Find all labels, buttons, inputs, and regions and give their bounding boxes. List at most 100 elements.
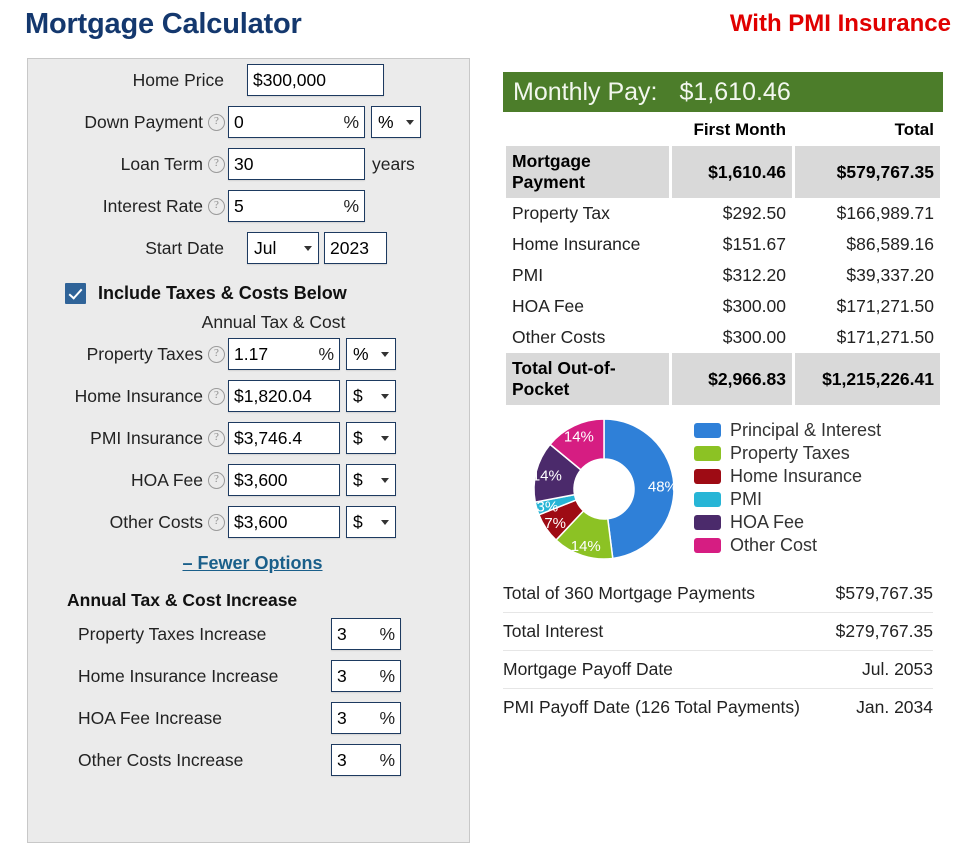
- annual-increase-heading: Annual Tax & Cost Increase: [67, 590, 298, 610]
- other-costs-unit-value: $: [353, 511, 363, 532]
- hoa-fee-increase-input[interactable]: 3 %: [331, 702, 401, 734]
- legend-label: Principal & Interest: [730, 420, 882, 440]
- table-row: Other Costs $300.00 $171,271.50: [506, 322, 940, 353]
- help-icon[interactable]: ?: [208, 471, 225, 489]
- row-label: PMI: [512, 265, 544, 285]
- down-payment-unit-select[interactable]: %: [371, 106, 421, 138]
- other-costs-value: $3,600: [234, 511, 288, 532]
- start-month-value: Jul: [254, 237, 277, 258]
- summary-value: Jul. 2053: [861, 659, 933, 679]
- interest-rate-suffix: %: [343, 195, 359, 216]
- checkbox-icon[interactable]: [65, 283, 86, 304]
- other-costs-increase-input[interactable]: 3 %: [331, 744, 401, 776]
- monthly-pay-value: $1,610.46: [679, 77, 791, 106]
- down-payment-value: 0: [234, 111, 244, 132]
- other-costs-row: Other Costs ? $3,600 $: [28, 501, 469, 543]
- start-year-input[interactable]: 2023: [324, 232, 387, 264]
- help-icon[interactable]: ?: [208, 155, 225, 173]
- include-taxes-checkbox-row[interactable]: Include Taxes & Costs Below: [65, 283, 469, 304]
- property-taxes-suffix: %: [318, 343, 334, 364]
- home-insurance-unit-value: $: [353, 385, 363, 406]
- summary-label: Total Interest: [503, 621, 604, 642]
- property-taxes-unit-select[interactable]: %: [346, 338, 396, 370]
- property-taxes-increase-input[interactable]: 3 %: [331, 618, 401, 650]
- loan-term-row: Loan Term ? 30 years: [28, 143, 469, 185]
- chevron-down-icon: [381, 477, 389, 483]
- legend-item: Home Insurance: [694, 465, 881, 488]
- start-date-label: Start Date: [145, 237, 224, 258]
- chevron-down-icon: [304, 245, 312, 251]
- hoa-fee-label: HOA Fee: [131, 469, 203, 490]
- property-taxes-label: Property Taxes: [86, 343, 203, 364]
- other-costs-increase-row: Other Costs Increase 3 %: [28, 739, 469, 781]
- donut-chart: 48% 14% 7% 3% 14% 14%: [528, 415, 680, 563]
- row-first-month: $312.20: [722, 265, 786, 285]
- legend-label: Property Taxes: [730, 443, 850, 463]
- row-label: Home Insurance: [512, 234, 641, 254]
- fewer-options-link[interactable]: – Fewer Options: [182, 553, 322, 574]
- home-insurance-increase-value: 3: [337, 665, 347, 686]
- chevron-down-icon: [381, 519, 389, 525]
- include-taxes-label: Include Taxes & Costs Below: [98, 283, 347, 303]
- home-price-row: Home Price $300,000: [28, 59, 469, 101]
- results-table: First Month Total Mortgage Payment $1,61…: [503, 116, 943, 405]
- interest-rate-label: Interest Rate: [102, 195, 203, 216]
- row-first-month: $300.00: [722, 327, 786, 347]
- help-icon[interactable]: ?: [208, 345, 225, 363]
- interest-rate-input[interactable]: 5 %: [228, 190, 365, 222]
- down-payment-input[interactable]: 0 %: [228, 106, 365, 138]
- other-costs-increase-label: Other Costs Increase: [78, 749, 244, 770]
- chevron-down-icon: [406, 119, 414, 125]
- home-insurance-increase-row: Home Insurance Increase 3 %: [28, 655, 469, 697]
- start-year-value: 2023: [330, 237, 369, 258]
- row-total: $171,271.50: [836, 327, 934, 347]
- row-label: Other Costs: [512, 327, 606, 347]
- row-total: $579,767.35: [794, 146, 940, 198]
- loan-term-unit-label: years: [372, 153, 415, 174]
- summary-row: Mortgage Payoff Date Jul. 2053: [503, 650, 933, 688]
- help-icon[interactable]: ?: [208, 513, 225, 531]
- home-insurance-unit-select[interactable]: $: [346, 380, 396, 412]
- monthly-pay-bar: Monthly Pay: $1,610.46: [503, 72, 943, 112]
- legend-swatch-other-cost: [694, 538, 721, 553]
- property-taxes-value: 1.17: [234, 343, 269, 364]
- property-taxes-row: Property Taxes ? 1.17 % %: [28, 333, 469, 375]
- help-icon[interactable]: ?: [208, 197, 225, 215]
- hoa-fee-input[interactable]: $3,600: [228, 464, 340, 496]
- legend-swatch-home-insurance: [694, 469, 721, 484]
- home-insurance-input[interactable]: $1,820.04: [228, 380, 340, 412]
- table-row: Property Tax $292.50 $166,989.71: [506, 198, 940, 229]
- pmi-insurance-input[interactable]: $3,746.4: [228, 422, 340, 454]
- help-icon[interactable]: ?: [208, 429, 225, 447]
- start-month-select[interactable]: Jul: [247, 232, 319, 264]
- property-taxes-increase-suffix: %: [379, 623, 395, 644]
- table-row: HOA Fee $300.00 $171,271.50: [506, 291, 940, 322]
- pmi-insurance-unit-select[interactable]: $: [346, 422, 396, 454]
- fewer-options-container: – Fewer Options: [28, 553, 469, 574]
- loan-term-input[interactable]: 30: [228, 148, 365, 180]
- other-costs-unit-select[interactable]: $: [346, 506, 396, 538]
- help-icon[interactable]: ?: [208, 113, 225, 131]
- loan-term-label: Loan Term: [120, 153, 203, 174]
- down-payment-row: Down Payment ? 0 % %: [28, 101, 469, 143]
- home-price-input[interactable]: $300,000: [247, 64, 384, 96]
- page-title: Mortgage Calculator: [25, 8, 302, 40]
- help-icon[interactable]: ?: [208, 387, 225, 405]
- property-taxes-input[interactable]: 1.17 %: [228, 338, 340, 370]
- summary-row: Total of 360 Mortgage Payments $579,767.…: [503, 575, 933, 612]
- hoa-fee-unit-select[interactable]: $: [346, 464, 396, 496]
- home-insurance-value: $1,820.04: [234, 385, 312, 406]
- other-costs-input[interactable]: $3,600: [228, 506, 340, 538]
- table-row: Mortgage Payment $1,610.46 $579,767.35: [506, 146, 940, 198]
- hoa-fee-increase-suffix: %: [379, 707, 395, 728]
- hoa-fee-row: HOA Fee ? $3,600 $: [28, 459, 469, 501]
- chevron-down-icon: [381, 351, 389, 357]
- legend-swatch-hoa-fee: [694, 515, 721, 530]
- hoa-fee-value: $3,600: [234, 469, 288, 490]
- home-insurance-label: Home Insurance: [74, 385, 203, 406]
- property-taxes-increase-value: 3: [337, 623, 347, 644]
- pmi-insurance-label: PMI Insurance: [90, 427, 203, 448]
- header-first-month: First Month: [693, 120, 786, 139]
- home-insurance-increase-input[interactable]: 3 %: [331, 660, 401, 692]
- other-costs-increase-suffix: %: [379, 749, 395, 770]
